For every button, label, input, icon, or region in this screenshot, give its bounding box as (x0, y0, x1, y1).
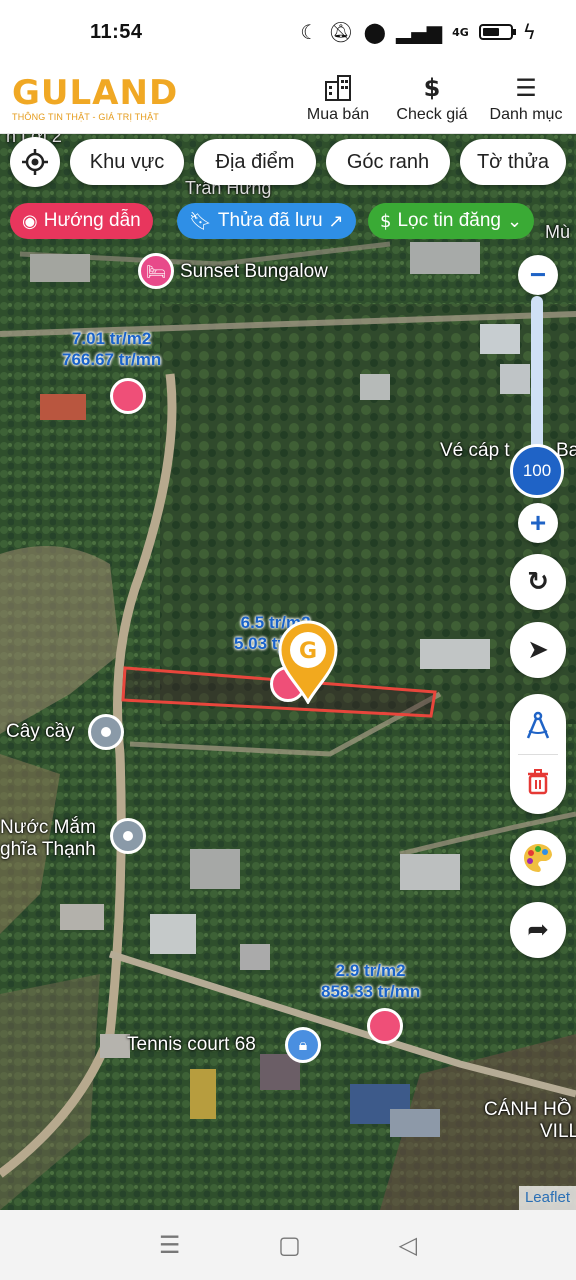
play-circle-icon: ◉ (22, 210, 38, 232)
satellite-map[interactable]: Sunset Bungalow 🛏︎ Cây cầy Nước Mắm ghĩa… (0, 134, 576, 1210)
place-label-villa: VILLA (540, 1121, 576, 1142)
logo-tagline: THÔNG TIN THẬT - GIÁ TRỊ THẬT (12, 111, 159, 122)
status-icons: ☾ 🔕︎ ⬤ ▂▄▆ 4G ϟ (300, 20, 536, 44)
guide-button[interactable]: ◉ Hướng dẫn (10, 203, 153, 239)
chip-khu-vuc[interactable]: Khu vực (70, 139, 184, 185)
place-label-tennis-court[interactable]: Tennis court 68 (127, 1034, 256, 1056)
external-arrow-icon: ↗ (328, 210, 344, 232)
menu-check-gia[interactable]: $ Check giá (388, 74, 476, 124)
navigate-button[interactable]: ➤ (510, 622, 566, 678)
leaflet-attribution[interactable]: Leaflet (518, 1186, 576, 1210)
saved-parcels-label: Thửa đã lưu (217, 210, 323, 231)
listing-price-per-m2: 2.9 tr/m2 (335, 961, 406, 980)
zoom-out-button[interactable]: − (518, 255, 558, 295)
logo-wordmark: GULAND (12, 72, 179, 113)
place-pin-icon[interactable] (110, 818, 146, 854)
refresh-button[interactable]: ↻ (510, 554, 566, 610)
menu-mua-ban[interactable]: Mua bán (294, 74, 382, 124)
menu-mua-ban-label: Mua bán (306, 105, 370, 123)
moon-icon: ☾ (300, 20, 319, 44)
place-label-nghia-thanh: ghĩa Thạnh (0, 839, 96, 860)
listing-price-total: 858.33 tr/mn (321, 982, 421, 1001)
menu-check-gia-label: Check giá (396, 105, 468, 123)
listing-price-per-m2: 7.01 tr/m2 (71, 329, 152, 348)
zoom-in-button[interactable]: + (518, 503, 558, 543)
my-location-button[interactable] (10, 137, 60, 187)
listing-price-total: 766.67 tr/mn (62, 350, 162, 369)
place-pin-icon[interactable] (88, 714, 124, 750)
listing-marker[interactable] (367, 1008, 403, 1044)
navigate-icon: ➤ (527, 635, 549, 665)
hotel-poi-icon[interactable]: 🛏︎ (138, 253, 174, 289)
home-icon[interactable]: ▢ (278, 1231, 301, 1259)
trash-icon[interactable] (510, 758, 566, 806)
battery-icon (478, 24, 516, 40)
place-label-mu: Mù (545, 222, 571, 242)
refresh-icon: ↻ (527, 567, 549, 597)
building-icon (323, 74, 353, 104)
signal-icon: ▂▄▆ (395, 20, 443, 44)
dollar-icon: $ (423, 73, 441, 102)
recent-apps-icon[interactable]: ☰ (159, 1231, 181, 1259)
charging-icon: ϟ (522, 20, 536, 44)
menu-danh-muc-label: Danh mục (489, 105, 563, 123)
phone-screen: 11:54 ☾ 🔕︎ ⬤ ▂▄▆ 4G ϟ GULAND THÔNG TIN T… (0, 0, 576, 1280)
status-bar: 11:54 ☾ 🔕︎ ⬤ ▂▄▆ 4G ϟ (0, 0, 576, 64)
guland-location-pin-icon[interactable]: G (276, 620, 340, 706)
hamburger-icon: ☰ (515, 73, 537, 102)
place-label-sunset-bungalow[interactable]: Sunset Bungalow (180, 261, 328, 283)
app-header: GULAND THÔNG TIN THẬT - GIÁ TRỊ THẬT Mua… (0, 64, 576, 134)
listing-price-label[interactable]: 2.9 tr/m2 858.33 tr/mn (321, 960, 420, 1002)
share-icon: ➦ (527, 915, 549, 945)
lock-poi-icon[interactable]: 🔒︎ (285, 1027, 321, 1063)
menu-danh-muc[interactable]: ☰ Danh mục (482, 74, 570, 124)
header-menu: Mua bán $ Check giá ☰ Danh mục (294, 74, 570, 124)
place-label-cay-cay[interactable]: Cây cầy (6, 721, 75, 743)
app-logo[interactable]: GULAND THÔNG TIN THẬT - GIÁ TRỊ THẬT (12, 76, 187, 122)
zoom-level-knob[interactable]: 100 (510, 444, 564, 498)
listing-price-label[interactable]: 7.01 tr/m2 766.67 tr/mn (62, 328, 161, 370)
chip-to-thua[interactable]: Tờ thửa (460, 139, 566, 185)
draw-tools-divider (518, 754, 558, 755)
crosshair-icon (22, 149, 48, 175)
share-button[interactable]: ➦ (510, 902, 566, 958)
chevron-down-icon: ⌄ (506, 210, 523, 232)
chip-goc-ranh[interactable]: Góc ranh (326, 139, 450, 185)
bookmark-icon: 🔖︎ (189, 210, 212, 232)
palette-button[interactable] (510, 830, 566, 886)
place-label-nuoc-mam[interactable]: Nước Mắm (0, 817, 96, 839)
place-label-canh-ho[interactable]: CÁNH HỒ (484, 1099, 572, 1121)
place-label-ve-cap[interactable]: Vé cáp t (440, 440, 510, 462)
compass-draw-icon[interactable] (510, 702, 566, 750)
dollar-icon: $ (380, 210, 392, 232)
chip-dia-diem[interactable]: Địa điểm (194, 139, 316, 185)
location-icon: ⬤ (363, 20, 386, 44)
palette-icon (524, 844, 552, 872)
back-icon[interactable]: ◁ (399, 1231, 417, 1259)
saved-parcels-button[interactable]: 🔖︎ Thửa đã lưu ↗ (177, 203, 356, 239)
svg-text:G: G (299, 639, 317, 664)
guide-button-label: Hướng dẫn (43, 210, 141, 231)
filter-listings-label: Lọc tin đăng (397, 210, 501, 231)
status-time: 11:54 (90, 20, 143, 43)
mute-icon: 🔕︎ (328, 20, 354, 44)
draw-tools-group (510, 694, 566, 814)
4g-signal-icon: 4G (452, 25, 469, 39)
filter-listings-button[interactable]: $ Lọc tin đăng ⌄ (368, 203, 535, 239)
listing-marker[interactable] (110, 378, 146, 414)
system-nav-bar: ☰ ▢ ◁ (0, 1210, 576, 1280)
